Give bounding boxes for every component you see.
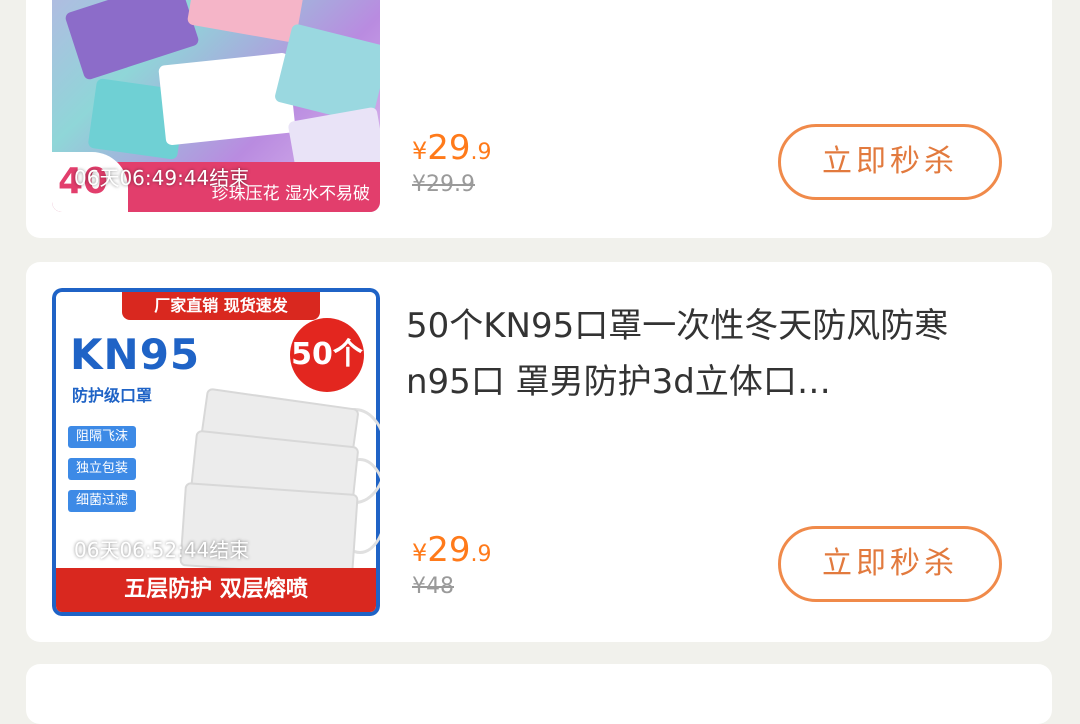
mask-shape	[179, 482, 359, 578]
price-decimal: .9	[470, 140, 492, 165]
currency-symbol: ¥	[412, 137, 428, 165]
product-card-tissue[interactable]: 珍珠压花 湿水不易破 40 06天06:49:44结束 ¥29.9 ¥29.9 …	[26, 0, 1052, 238]
sale-price: ¥29.9	[412, 530, 492, 570]
price-decimal: .9	[470, 542, 492, 567]
pack-count-badge: 50个	[290, 318, 364, 392]
original-price: ¥29.9	[412, 172, 475, 197]
flash-sale-countdown: 06天06:52:44结束	[74, 538, 250, 562]
product-title[interactable]: 50个KN95口罩一次性冬天防风防寒n95口 罩男防护3d立体口…	[406, 298, 1006, 410]
image-feature-tag: 细菌过滤	[68, 490, 137, 512]
image-grade-text: 防护级口罩	[72, 386, 153, 405]
original-price: ¥48	[412, 574, 454, 599]
image-feature-tag: 阻隔飞沫	[68, 426, 137, 448]
image-brand-text: KN95	[70, 330, 201, 379]
price-integer: 29	[427, 530, 471, 570]
product-card-next[interactable]	[26, 664, 1052, 724]
product-image-mask[interactable]: 厂家直销 现货速发 KN95 防护级口罩 50个 阻隔飞沫 独立包装 细菌过滤 …	[52, 288, 380, 616]
flash-sale-countdown: 06天06:49:44结束	[74, 166, 250, 190]
flash-buy-button[interactable]: 立即秒杀	[778, 526, 1002, 602]
image-banner: 厂家直销 现货速发	[122, 292, 320, 320]
price-integer: 29	[427, 128, 471, 168]
currency-symbol: ¥	[412, 539, 428, 567]
product-card-mask[interactable]: 厂家直销 现货速发 KN95 防护级口罩 50个 阻隔飞沫 独立包装 细菌过滤 …	[26, 262, 1052, 642]
flash-buy-button[interactable]: 立即秒杀	[778, 124, 1002, 200]
image-feature-tag: 独立包装	[68, 458, 137, 480]
image-footer-banner: 五层防护 双层熔喷	[56, 568, 376, 612]
sale-price: ¥29.9	[412, 128, 492, 168]
